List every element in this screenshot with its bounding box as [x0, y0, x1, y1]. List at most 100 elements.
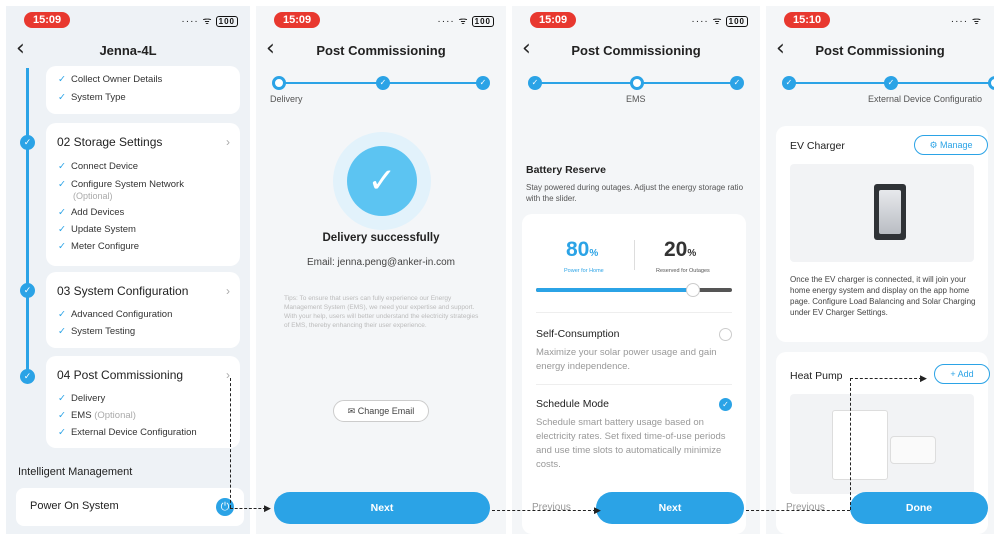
- flow-connector: [230, 508, 266, 509]
- signal-wifi-battery-icons: ···· ᯤ 100: [691, 13, 748, 27]
- step-item: ✓ System Type: [58, 92, 126, 103]
- step-card-owner[interactable]: ✓ Collect Owner Details ✓ System Type: [46, 66, 240, 114]
- add-label: Add: [957, 369, 974, 379]
- step-label: EMS: [626, 94, 646, 104]
- step-done-icon: ✓: [376, 76, 390, 90]
- page-title: Post Commissioning: [571, 43, 701, 58]
- divider: [536, 312, 732, 313]
- option-self-consumption-title[interactable]: Self-Consumption: [536, 328, 619, 340]
- page-title: Post Commissioning: [316, 43, 446, 58]
- card-title: 02 Storage Settings: [57, 135, 163, 149]
- schedule-mode-radio-checked-icon[interactable]: ✓: [719, 398, 732, 411]
- self-consumption-radio[interactable]: [719, 328, 732, 341]
- flow-connector: [230, 378, 231, 508]
- heat-pump-indoor-icon: [832, 410, 888, 480]
- done-button[interactable]: Done: [850, 492, 988, 524]
- plus-icon: +: [950, 369, 956, 379]
- step-card-system-configuration[interactable]: 03 System Configuration › ✓ Advanced Conf…: [46, 272, 240, 348]
- power-icon[interactable]: ⏻: [216, 498, 234, 516]
- optional-note: (Optional): [73, 191, 113, 201]
- reserve-slider[interactable]: [536, 283, 732, 297]
- ev-charger-title: EV Charger: [790, 140, 845, 152]
- chevron-right-icon: ›: [226, 284, 230, 298]
- screen-delivery: 15:09 ···· ᯤ 100 ‹ Post Commissioning ✓ ✓…: [256, 6, 506, 534]
- check-icon: ✓: [58, 179, 66, 190]
- step-item: ✓ Connect Device: [58, 161, 139, 172]
- check-icon: ✓: [58, 92, 66, 103]
- option-self-consumption-desc: Maximize your solar power usage and gain…: [536, 347, 717, 372]
- next-button[interactable]: Next: [596, 492, 744, 524]
- step-card-storage-settings[interactable]: 02 Storage Settings › ✓ Connect Device ✓ C…: [46, 123, 240, 266]
- ev-charger-card: EV Charger ⚙ Manage Once the EV charger …: [776, 126, 988, 342]
- step-label: Delivery: [270, 94, 303, 104]
- status-bar: 15:09 ···· ᯤ 100: [256, 10, 506, 32]
- signal-wifi-battery-icons: ···· ᯤ 100: [181, 13, 238, 27]
- power-on-label: Power On System: [30, 500, 119, 512]
- nav-bar: ‹ Post Commissioning: [766, 38, 994, 62]
- step-done-icon: ✓: [730, 76, 744, 90]
- battery-icon: 100: [725, 16, 748, 27]
- option-schedule-mode-title[interactable]: Schedule Mode: [536, 398, 609, 410]
- card-title: 04 Post Commissioning: [57, 368, 184, 382]
- step-current-icon: [630, 76, 644, 90]
- nav-bar: ‹ Post Commissioning: [256, 38, 506, 62]
- battery-reserve-panel: 80% Power for Home 20% Reserved for Outa…: [522, 214, 746, 534]
- divider: [536, 384, 732, 385]
- step-item: ✓ Meter Configure: [58, 241, 140, 252]
- divider: [634, 240, 635, 270]
- check-icon: ✓: [58, 427, 66, 438]
- arrow-right-icon: ▶: [920, 373, 927, 383]
- stepper: ✓ ✓: [528, 76, 744, 90]
- step-complete-dot-icon: ✓: [20, 369, 35, 384]
- page-title: Jenna-4L: [99, 43, 157, 58]
- section-label: Intelligent Management: [18, 466, 133, 478]
- step-current-icon: [272, 76, 286, 90]
- status-time: 15:09: [24, 12, 71, 28]
- next-button[interactable]: Next: [274, 492, 490, 524]
- screen-system-setup: 15:09 ···· ᯤ 100 ‹ Jenna-4L ✓ Collect Owne…: [6, 6, 250, 534]
- status-time: 15:10: [784, 12, 831, 28]
- step-item: ✓ Add Devices: [58, 207, 125, 218]
- arrow-right-icon: ▶: [264, 503, 271, 513]
- page-title: Post Commissioning: [815, 43, 945, 58]
- check-icon: ✓: [58, 74, 66, 85]
- change-email-label: Change Email: [357, 406, 415, 416]
- email-text: Email: jenna.peng@anker-in.com: [306, 257, 455, 268]
- battery-reserve-heading: Battery Reserve: [526, 164, 606, 176]
- arrow-right-icon: ▶: [594, 505, 601, 515]
- manage-button[interactable]: ⚙ Manage: [914, 135, 988, 155]
- previous-link[interactable]: Previous: [532, 502, 571, 513]
- step-item: ✓ EMS (Optional): [58, 410, 136, 421]
- slider-fill: [536, 288, 693, 292]
- step-card-post-commissioning[interactable]: 04 Post Commissioning › ✓ Delivery ✓ EMS (…: [46, 356, 240, 448]
- step-item: ✓ External Device Configuration: [58, 427, 197, 438]
- check-icon: ✓: [58, 410, 66, 421]
- mail-icon: ✉: [347, 406, 356, 416]
- power-on-system-row[interactable]: Power On System ⏻: [16, 488, 244, 526]
- status-bar: 15:10 ···· ᯤ: [766, 10, 994, 32]
- flow-connector: [746, 510, 850, 511]
- change-email-button[interactable]: ✉ Change Email: [333, 400, 429, 422]
- check-icon: ✓: [58, 241, 66, 252]
- status-bar: 15:09 ···· ᯤ 100: [512, 10, 760, 32]
- add-button[interactable]: + Add: [934, 364, 990, 384]
- screen-external-device: 15:10 ···· ᯤ ‹ Post Commissioning ✓ ✓ Ex…: [766, 6, 994, 534]
- tips-text: Tips: To ensure that users can fully exp…: [284, 295, 479, 329]
- option-schedule-mode-desc: Schedule smart battery usage based on el…: [536, 417, 726, 470]
- previous-link[interactable]: Previous: [786, 502, 825, 513]
- step-done-icon: ✓: [476, 76, 490, 90]
- success-title: Delivery successfully: [322, 232, 440, 244]
- step-item: ✓ Collect Owner Details: [58, 74, 163, 85]
- flow-connector: [850, 378, 922, 379]
- card-title: 03 System Configuration: [57, 284, 189, 298]
- status-time: 15:09: [274, 12, 321, 28]
- ev-charger-desc: Once the EV charger is connected, it wil…: [790, 275, 976, 317]
- ev-charger-image: [790, 164, 974, 262]
- check-icon: ✓: [58, 393, 66, 404]
- slider-handle[interactable]: [685, 283, 700, 297]
- heat-pump-title: Heat Pump: [790, 370, 843, 382]
- check-icon: ✓: [58, 326, 66, 337]
- flow-connector: [850, 378, 851, 510]
- step-item: ✓ Update System: [58, 224, 136, 235]
- step-done-icon: ✓: [782, 76, 796, 90]
